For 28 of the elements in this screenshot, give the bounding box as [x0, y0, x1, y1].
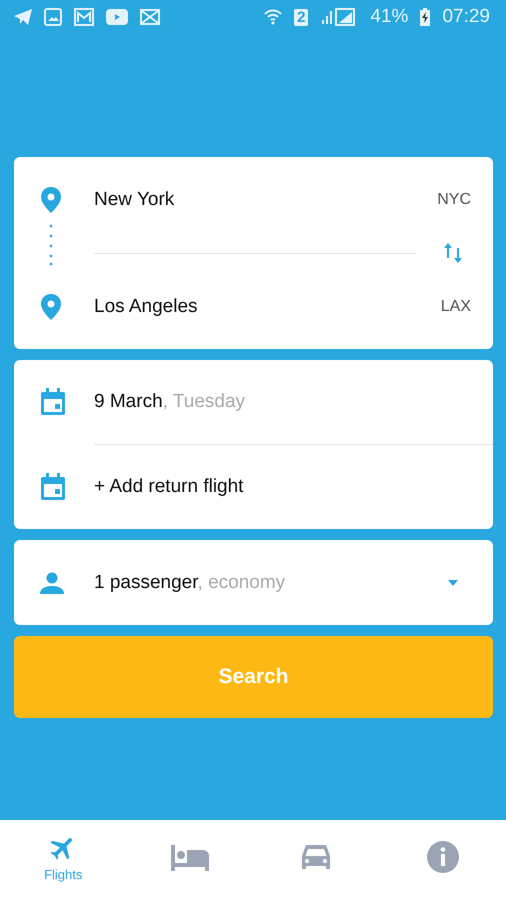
swap-icon[interactable]	[443, 242, 463, 264]
departure-date[interactable]: 9 March, Tuesday	[94, 391, 471, 413]
wifi-icon	[264, 8, 282, 26]
car-icon	[300, 843, 332, 871]
origin-code: NYC	[437, 190, 471, 208]
person-icon	[40, 572, 64, 594]
battery-charging-icon	[420, 8, 430, 26]
destination-city[interactable]: Los Angeles	[94, 296, 441, 318]
origin-city[interactable]: New York	[94, 188, 438, 210]
clock-time: 07:29	[442, 6, 490, 28]
bed-icon	[170, 843, 209, 871]
location-pin-icon	[40, 294, 62, 320]
mail-icon	[74, 8, 94, 26]
passenger-selector[interactable]: 1 passenger, economy	[94, 572, 448, 594]
calendar-icon	[40, 388, 66, 416]
location-pin-icon	[40, 186, 62, 212]
calendar-icon	[40, 473, 66, 501]
dropdown-caret-icon[interactable]	[448, 580, 458, 586]
add-return-link[interactable]: + Add return flight	[94, 476, 471, 498]
image-icon	[44, 8, 62, 26]
dotted-line-icon	[49, 224, 53, 266]
video-icon	[106, 9, 128, 25]
sim-number: 2	[294, 8, 308, 26]
info-icon	[426, 841, 459, 873]
battery-percent: 41%	[370, 6, 408, 28]
send-icon	[14, 9, 32, 25]
envelope-icon	[140, 9, 160, 25]
destination-code: LAX	[440, 298, 471, 316]
